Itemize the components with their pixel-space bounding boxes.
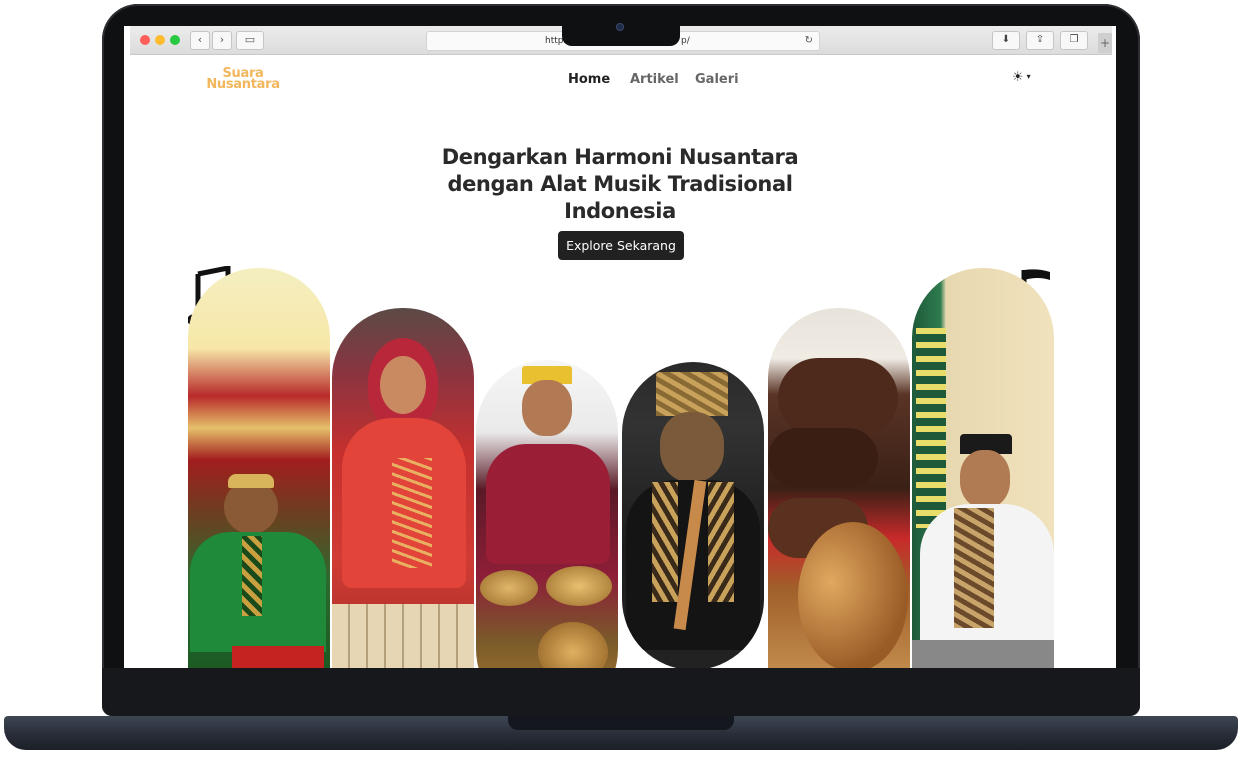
download-icon[interactable]: ⬇ [992, 31, 1020, 50]
hero-title-line3: Indonesia [564, 199, 676, 223]
hero-title-line2: dengan Alat Musik Tradisional [447, 172, 793, 196]
screen: ‹ › ▭ https p/ ↻ ⬇ ⇪ ❐ + Suara Nusantara… [124, 26, 1116, 668]
new-tab-icon[interactable]: + [1098, 33, 1112, 53]
gallery-image-gamelan-green[interactable] [188, 268, 330, 668]
forward-icon[interactable]: › [212, 31, 232, 50]
gallery-image-bonang-maroon[interactable] [476, 360, 618, 668]
logo-line2: Nusantara [206, 77, 280, 92]
gallery-image-saron-red[interactable] [332, 308, 474, 668]
nav-home[interactable]: Home [568, 72, 610, 87]
tabs-icon[interactable]: ❐ [1060, 31, 1088, 50]
back-icon[interactable]: ‹ [190, 31, 210, 50]
camera-icon [617, 24, 623, 30]
laptop-base-lip [508, 716, 734, 730]
sidebar-icon[interactable]: ▭ [236, 31, 264, 50]
explore-button[interactable]: Explore Sekarang [558, 231, 684, 260]
nav-galeri[interactable]: Galeri [695, 72, 739, 87]
laptop-chin [102, 668, 1140, 716]
minimize-window-button[interactable] [155, 35, 165, 45]
hero-title-line1: Dengarkan Harmoni Nusantara [441, 145, 799, 169]
site-logo[interactable]: Suara Nusantara [200, 67, 286, 92]
sun-icon: ☀ [1012, 70, 1024, 85]
close-window-button[interactable] [140, 35, 150, 45]
zoom-window-button[interactable] [170, 35, 180, 45]
gallery-image-suling-black[interactable] [622, 362, 764, 668]
reload-icon[interactable]: ↻ [805, 32, 813, 50]
nav-artikel[interactable]: Artikel [630, 72, 679, 87]
url-text-end: p/ [681, 36, 690, 46]
chevron-down-icon: ▾ [1026, 72, 1031, 81]
theme-toggle[interactable]: ☀ ▾ [1012, 70, 1031, 85]
gallery-image-drum-hands[interactable] [768, 308, 910, 668]
hero-title: Dengarkan Harmoni Nusantara dengan Alat … [420, 144, 820, 225]
gallery-image-boy-white[interactable] [912, 268, 1054, 668]
share-icon[interactable]: ⇪ [1026, 31, 1054, 50]
